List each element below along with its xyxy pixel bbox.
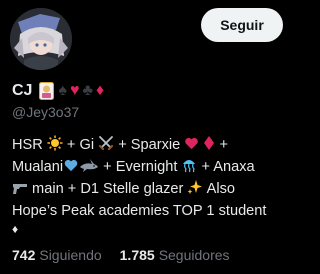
display-name: CJ	[12, 82, 33, 99]
handle: @Jey3o37	[12, 104, 80, 120]
bio-text: Also	[203, 181, 236, 197]
bio-text: Mualani	[12, 159, 64, 175]
followers-stat[interactable]: 1.785 Seguidores	[120, 247, 230, 263]
bio-line-2: Mualani + Evernight + Anaxa	[12, 157, 288, 179]
bio-text: + Gi	[62, 137, 99, 153]
following-stat[interactable]: 742 Siguiendo	[12, 247, 102, 263]
pistol-icon	[12, 181, 28, 201]
crossed-swords-icon	[98, 135, 114, 157]
bio-text: +	[215, 137, 228, 153]
bio-text: + Evernight	[99, 159, 182, 175]
followers-label: Seguidores	[158, 247, 230, 263]
stats: 742 Siguiendo 1.785 Seguidores	[12, 247, 248, 263]
bio-line-1: HSR + Gi + Sparxie +	[12, 135, 288, 157]
card-badge-icon	[38, 82, 55, 100]
followers-count: 1.785	[119, 247, 155, 263]
bio-text: HSR	[12, 137, 47, 153]
bio-line-5: ♦	[12, 222, 19, 236]
shark-icon	[79, 158, 99, 179]
bio-text: main + D1 Stelle glazer	[28, 181, 188, 197]
jellyfish-icon	[181, 157, 197, 179]
blue-heart-icon	[63, 158, 79, 179]
avatar[interactable]	[10, 8, 72, 70]
spade-icon: ♠	[58, 82, 67, 99]
club-icon: ♣	[82, 82, 93, 99]
heart-emoji-icon	[184, 136, 199, 157]
name-row: CJ ♠ ♥ ♣ ♦	[12, 80, 107, 102]
sparkles-icon	[187, 179, 203, 201]
bio-line-4: Hope’s Peak academies TOP 1 student	[12, 203, 267, 219]
bio-text: + Anaxa	[197, 159, 255, 175]
heart-icon: ♥	[69, 82, 80, 99]
profile-header: Seguir CJ ♠ ♥ ♣ ♦ @Jey3o37 HSR + Gi + Sp…	[0, 0, 296, 274]
sun-icon	[47, 135, 63, 157]
bio: HSR + Gi + Sparxie + Mualani + Evernight…	[12, 135, 288, 237]
following-count: 742	[12, 247, 36, 263]
bio-text: + Sparxie	[114, 137, 185, 153]
follow-button[interactable]: Seguir	[201, 8, 283, 42]
diamond-emoji-icon	[203, 135, 215, 157]
bio-line-3: main + D1 Stelle glazer Also	[12, 179, 288, 201]
following-label: Siguiendo	[39, 247, 102, 263]
diamond-icon: ♦	[95, 82, 105, 99]
